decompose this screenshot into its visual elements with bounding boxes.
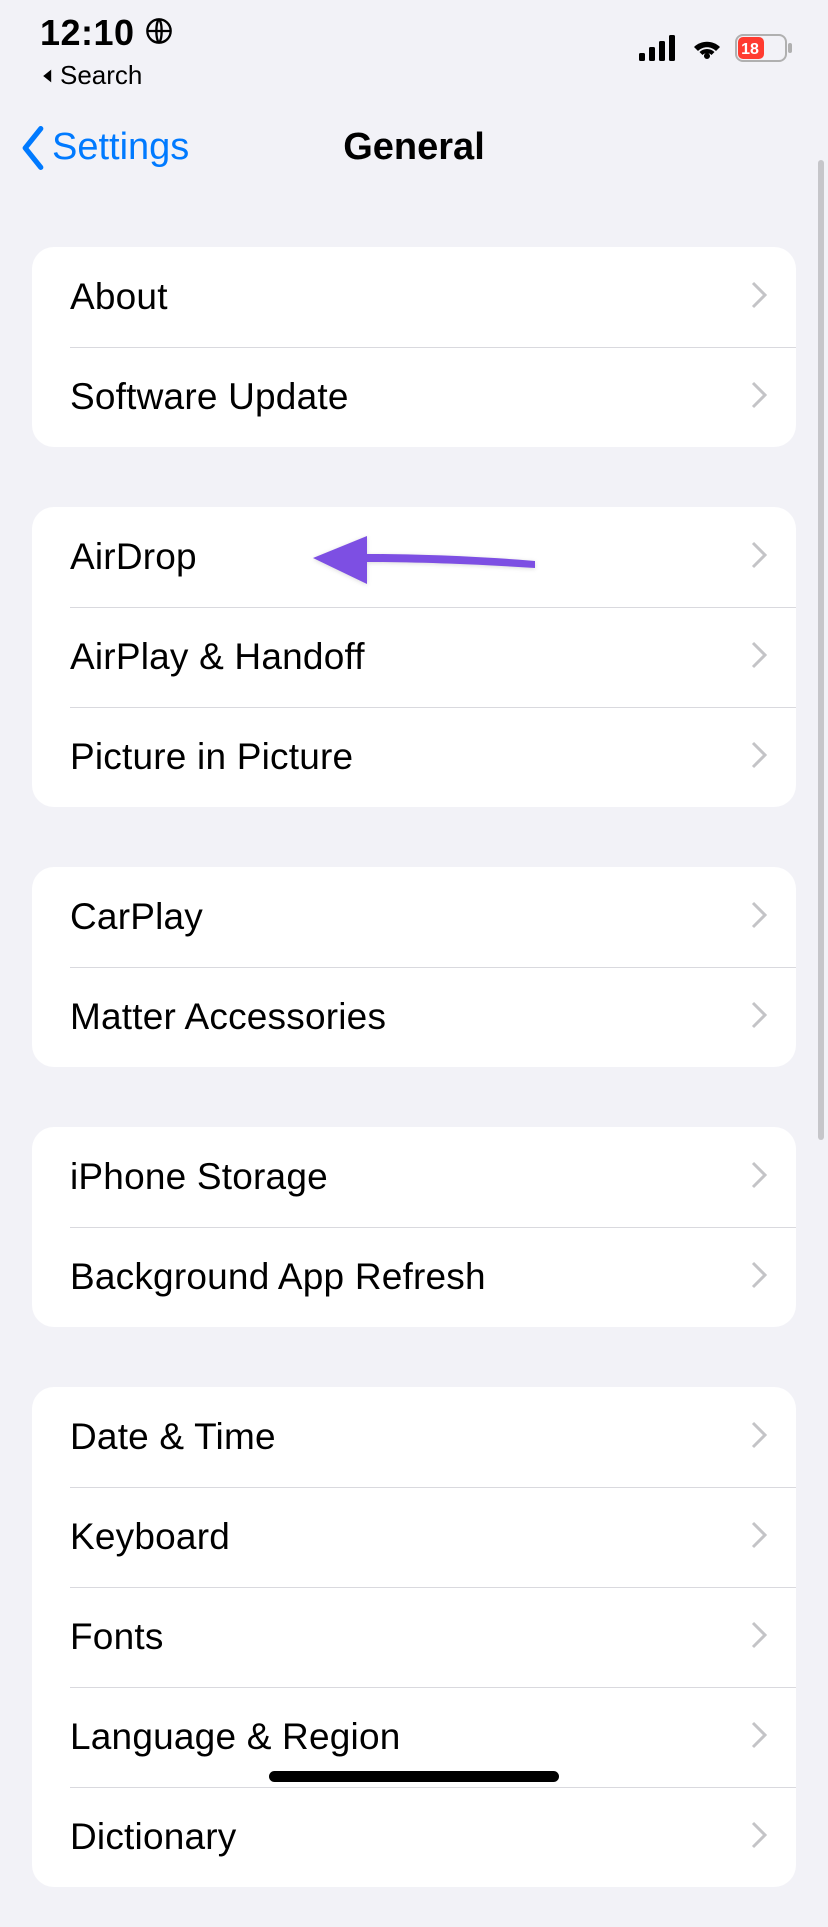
back-to-app-button[interactable]: Search bbox=[40, 60, 173, 91]
row-label: Date & Time bbox=[70, 1416, 750, 1458]
nav-bar: Settings General bbox=[0, 100, 828, 195]
chevron-right-icon bbox=[750, 1520, 768, 1555]
chevron-right-icon bbox=[750, 640, 768, 675]
row-airdrop[interactable]: AirDrop bbox=[32, 507, 796, 607]
settings-content: About Software Update AirDrop AirPlay & … bbox=[0, 247, 828, 1927]
chevron-right-icon bbox=[750, 740, 768, 775]
nav-back-button[interactable]: Settings bbox=[18, 126, 189, 170]
chevron-right-icon bbox=[750, 900, 768, 935]
row-label: Dictionary bbox=[70, 1816, 750, 1858]
wifi-icon bbox=[689, 35, 725, 61]
settings-group: About Software Update bbox=[32, 247, 796, 447]
row-software-update[interactable]: Software Update bbox=[32, 347, 796, 447]
row-fonts[interactable]: Fonts bbox=[32, 1587, 796, 1687]
scroll-indicator bbox=[818, 160, 824, 1140]
row-iphone-storage[interactable]: iPhone Storage bbox=[32, 1127, 796, 1227]
settings-group: CarPlay Matter Accessories bbox=[32, 867, 796, 1067]
chevron-right-icon bbox=[750, 1160, 768, 1195]
chevron-right-icon bbox=[750, 380, 768, 415]
row-label: AirDrop bbox=[70, 536, 750, 578]
back-to-app-label: Search bbox=[60, 60, 142, 91]
globe-icon bbox=[145, 12, 173, 54]
row-background-app-refresh[interactable]: Background App Refresh bbox=[32, 1227, 796, 1327]
row-label: About bbox=[70, 276, 750, 318]
chevron-right-icon bbox=[750, 1820, 768, 1855]
status-bar: 12:10 Search 18 bbox=[0, 0, 828, 100]
row-label: Picture in Picture bbox=[70, 736, 750, 778]
cellular-signal-icon bbox=[639, 35, 679, 61]
row-carplay[interactable]: CarPlay bbox=[32, 867, 796, 967]
nav-back-label: Settings bbox=[52, 126, 189, 169]
row-keyboard[interactable]: Keyboard bbox=[32, 1487, 796, 1587]
chevron-right-icon bbox=[750, 1420, 768, 1455]
row-date-time[interactable]: Date & Time bbox=[32, 1387, 796, 1487]
svg-text:18: 18 bbox=[741, 41, 759, 58]
chevron-right-icon bbox=[750, 540, 768, 575]
row-dictionary[interactable]: Dictionary bbox=[32, 1787, 796, 1887]
row-picture-in-picture[interactable]: Picture in Picture bbox=[32, 707, 796, 807]
home-indicator bbox=[269, 1771, 559, 1782]
row-airplay-handoff[interactable]: AirPlay & Handoff bbox=[32, 607, 796, 707]
chevron-right-icon bbox=[750, 1720, 768, 1755]
chevron-right-icon bbox=[750, 1260, 768, 1295]
row-about[interactable]: About bbox=[32, 247, 796, 347]
row-label: Background App Refresh bbox=[70, 1256, 750, 1298]
row-label: AirPlay & Handoff bbox=[70, 636, 750, 678]
row-label: iPhone Storage bbox=[70, 1156, 750, 1198]
row-label: Fonts bbox=[70, 1616, 750, 1658]
row-label: Keyboard bbox=[70, 1516, 750, 1558]
row-label: Matter Accessories bbox=[70, 996, 750, 1038]
chevron-right-icon bbox=[750, 280, 768, 315]
row-label: CarPlay bbox=[70, 896, 750, 938]
settings-group: iPhone Storage Background App Refresh bbox=[32, 1127, 796, 1327]
battery-icon: 18 bbox=[735, 34, 793, 62]
settings-group: Date & Time Keyboard Fonts Language & Re… bbox=[32, 1387, 796, 1887]
settings-group: AirDrop AirPlay & Handoff Picture in Pic… bbox=[32, 507, 796, 807]
row-matter-accessories[interactable]: Matter Accessories bbox=[32, 967, 796, 1067]
row-label: Software Update bbox=[70, 376, 750, 418]
row-label: Language & Region bbox=[70, 1716, 750, 1758]
status-time: 12:10 bbox=[40, 12, 135, 54]
chevron-right-icon bbox=[750, 1620, 768, 1655]
chevron-right-icon bbox=[750, 1000, 768, 1035]
